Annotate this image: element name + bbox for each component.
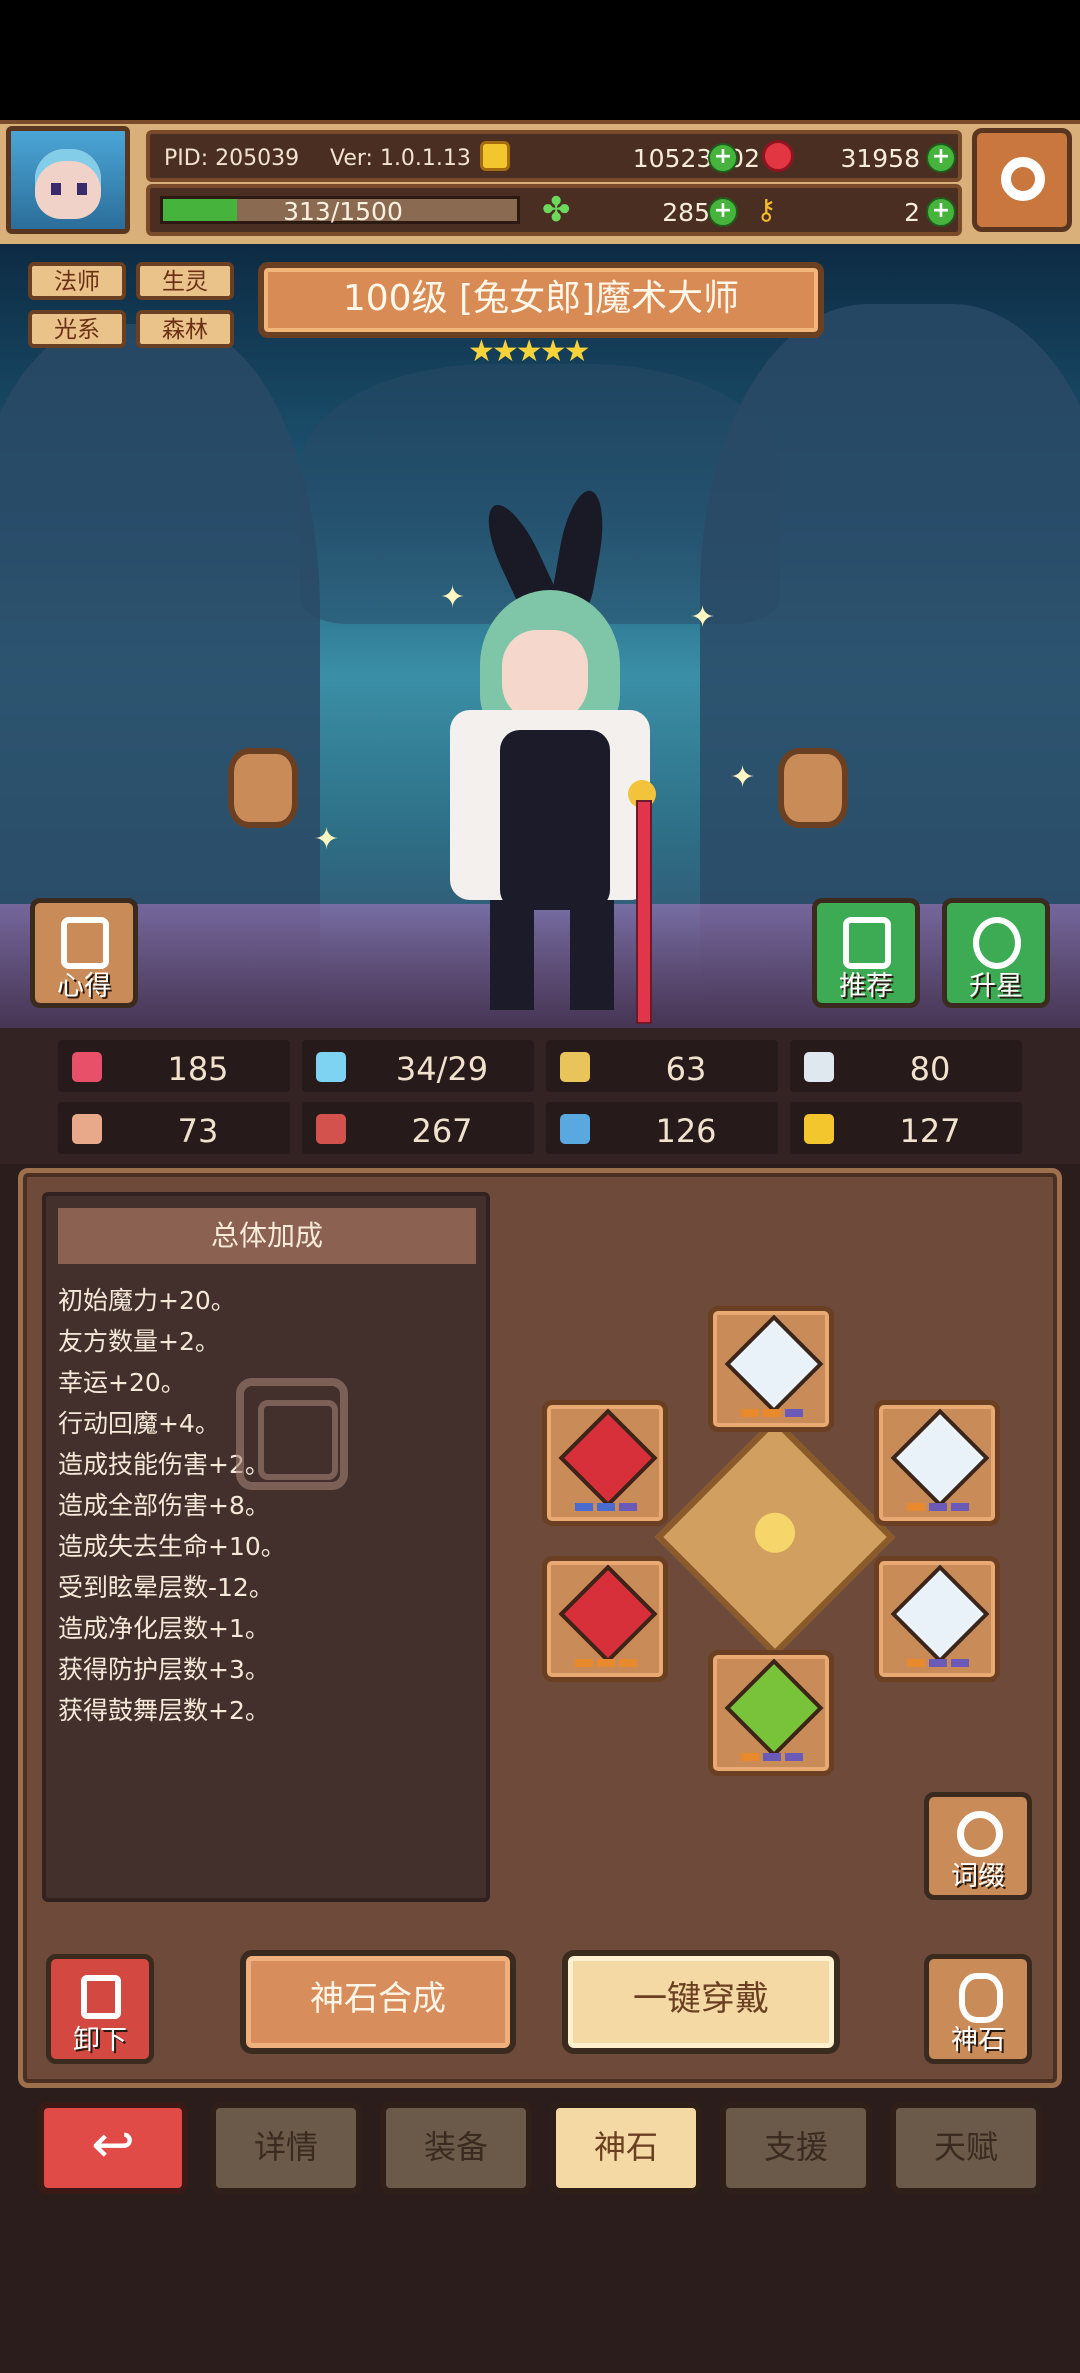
clover-icon: ✤ [542, 190, 571, 230]
horseshoe-icon [804, 1114, 834, 1144]
tab-equipment[interactable]: 装备 [380, 2102, 532, 2194]
fist-icon [72, 1114, 102, 1144]
key-amount: 2 [904, 198, 920, 227]
add-key-button[interactable]: + [926, 197, 956, 227]
stat-tile: 73 [58, 1102, 290, 1154]
gem-slot-top[interactable] [708, 1306, 834, 1432]
add-ruby-button[interactable]: + [926, 143, 956, 173]
wing-icon [804, 1052, 834, 1082]
rotate-left-button[interactable] [228, 748, 298, 828]
spellbook-icon [316, 1114, 346, 1144]
tab-support[interactable]: 支援 [720, 2102, 872, 2194]
bonus-list: 初始魔力+20。 友方数量+2。 幸运+20。 行动回魔+4。 造成技能伤害+2… [58, 1280, 478, 1731]
rotate-right-button[interactable] [778, 748, 848, 828]
stat-value: 185 [167, 1050, 229, 1088]
stat-tile: 127 [790, 1102, 1022, 1154]
gold-coin-icon [480, 141, 510, 171]
affix-button[interactable]: 词缀 [924, 1792, 1032, 1900]
tab-god-stone[interactable]: 神石 [550, 2102, 702, 2194]
recommend-button[interactable]: 推荐 [812, 898, 920, 1008]
stat-tile: 267 [302, 1102, 534, 1154]
race-tag-creature: 生灵 [136, 262, 234, 300]
add-clover-button[interactable]: + [708, 197, 738, 227]
experience-bar: 313/1500 [160, 196, 520, 226]
mana-drop-icon [316, 1052, 346, 1082]
bonus-line: 造成全部伤害+8。 [58, 1491, 270, 1520]
back-button[interactable]: ↩ [38, 2102, 188, 2194]
terrain-tag-forest: 森林 [136, 310, 234, 348]
ruby-amount: 31958 [840, 144, 920, 173]
bonus-line: 友方数量+2。 [58, 1327, 220, 1356]
player-avatar[interactable] [6, 126, 130, 234]
hero-star-rating: ★★★★★ [468, 334, 590, 369]
bonus-line: 初始魔力+20。 [58, 1286, 236, 1315]
arrow-down-icon [81, 1975, 121, 2019]
bonus-line: 受到眩晕层数-12。 [58, 1573, 274, 1602]
element-tag-light: 光系 [28, 310, 126, 348]
stat-value: 267 [411, 1112, 473, 1150]
gem-slot-left-lower[interactable] [542, 1556, 668, 1682]
sparkle-icon: ✦ [314, 822, 340, 857]
stat-tile: 126 [546, 1102, 778, 1154]
game-version: Ver: 1.0.1.13 [330, 146, 471, 171]
hero-title: 100级 [兔女郎]魔术大师 [258, 262, 824, 338]
sparkle-icon: ✦ [730, 760, 756, 795]
stat-tile: 185 [58, 1040, 290, 1092]
star-icon [973, 917, 1021, 969]
stat-value: 73 [177, 1112, 219, 1150]
status-bar [0, 0, 1080, 120]
experience-text: 313/1500 [283, 197, 403, 226]
stat-tile: 80 [790, 1040, 1022, 1092]
insight-button[interactable]: 心得 [30, 898, 138, 1008]
bonus-line: 造成净化层数+1。 [58, 1614, 270, 1643]
bonus-line: 获得防护层数+3。 [58, 1655, 270, 1684]
bonus-line: 获得鼓舞层数+2。 [58, 1696, 270, 1725]
stat-value: 63 [665, 1050, 707, 1088]
gem-slot-left-upper[interactable] [542, 1400, 668, 1526]
scroll-icon [560, 1114, 590, 1144]
class-tag-mage: 法师 [28, 262, 126, 300]
notebook-icon [61, 917, 109, 969]
god-stone-button[interactable]: 神石 [924, 1954, 1032, 2064]
gear-icon [1001, 157, 1045, 201]
drag-ghost-icon [236, 1378, 348, 1490]
return-arrow-icon: ↩ [91, 2115, 135, 2175]
stat-value: 127 [899, 1112, 961, 1150]
gem-slot-right-lower[interactable] [874, 1556, 1000, 1682]
stat-tile: 63 [546, 1040, 778, 1092]
bonus-line: 造成失去生命+10。 [58, 1532, 286, 1561]
magnifier-icon [957, 1811, 1003, 1857]
heart-icon [72, 1052, 102, 1082]
add-gold-button[interactable]: + [708, 143, 738, 173]
gem-slot-bottom[interactable] [708, 1650, 834, 1776]
gem-slot-right-upper[interactable] [874, 1400, 1000, 1526]
one-click-equip-button[interactable]: 一键穿戴 [562, 1950, 840, 2054]
hero-character [420, 480, 680, 1024]
stat-value: 126 [655, 1112, 717, 1150]
stat-tile: 34/29 [302, 1040, 534, 1092]
bonus-summary-title: 总体加成 [58, 1208, 476, 1264]
unequip-button[interactable]: 卸下 [46, 1954, 154, 2064]
gem-combine-button[interactable]: 神石合成 [240, 1950, 516, 2054]
gem-stone-icon [959, 1973, 1003, 2023]
header-row-progress: 313/1500 ✤ 285 + ⚷ 2 + [146, 184, 962, 236]
star-up-button[interactable]: 升星 [942, 898, 1050, 1008]
header-row-currency: PID: 205039 Ver: 1.0.1.13 10523202 + 319… [146, 130, 962, 182]
shield-icon [560, 1052, 590, 1082]
sparkle-icon: ✦ [690, 600, 716, 635]
key-icon: ⚷ [756, 193, 777, 226]
tab-details[interactable]: 详情 [210, 2102, 362, 2194]
sparkle-icon: ✦ [440, 580, 466, 615]
clover-amount: 285 [662, 198, 710, 227]
thumbs-up-icon [843, 917, 891, 969]
player-id: PID: 205039 [164, 146, 300, 171]
ruby-icon [762, 140, 794, 172]
stat-value: 80 [909, 1050, 951, 1088]
tab-talent[interactable]: 天赋 [890, 2102, 1042, 2194]
settings-button[interactable] [972, 128, 1072, 232]
stat-value: 34/29 [395, 1050, 489, 1088]
